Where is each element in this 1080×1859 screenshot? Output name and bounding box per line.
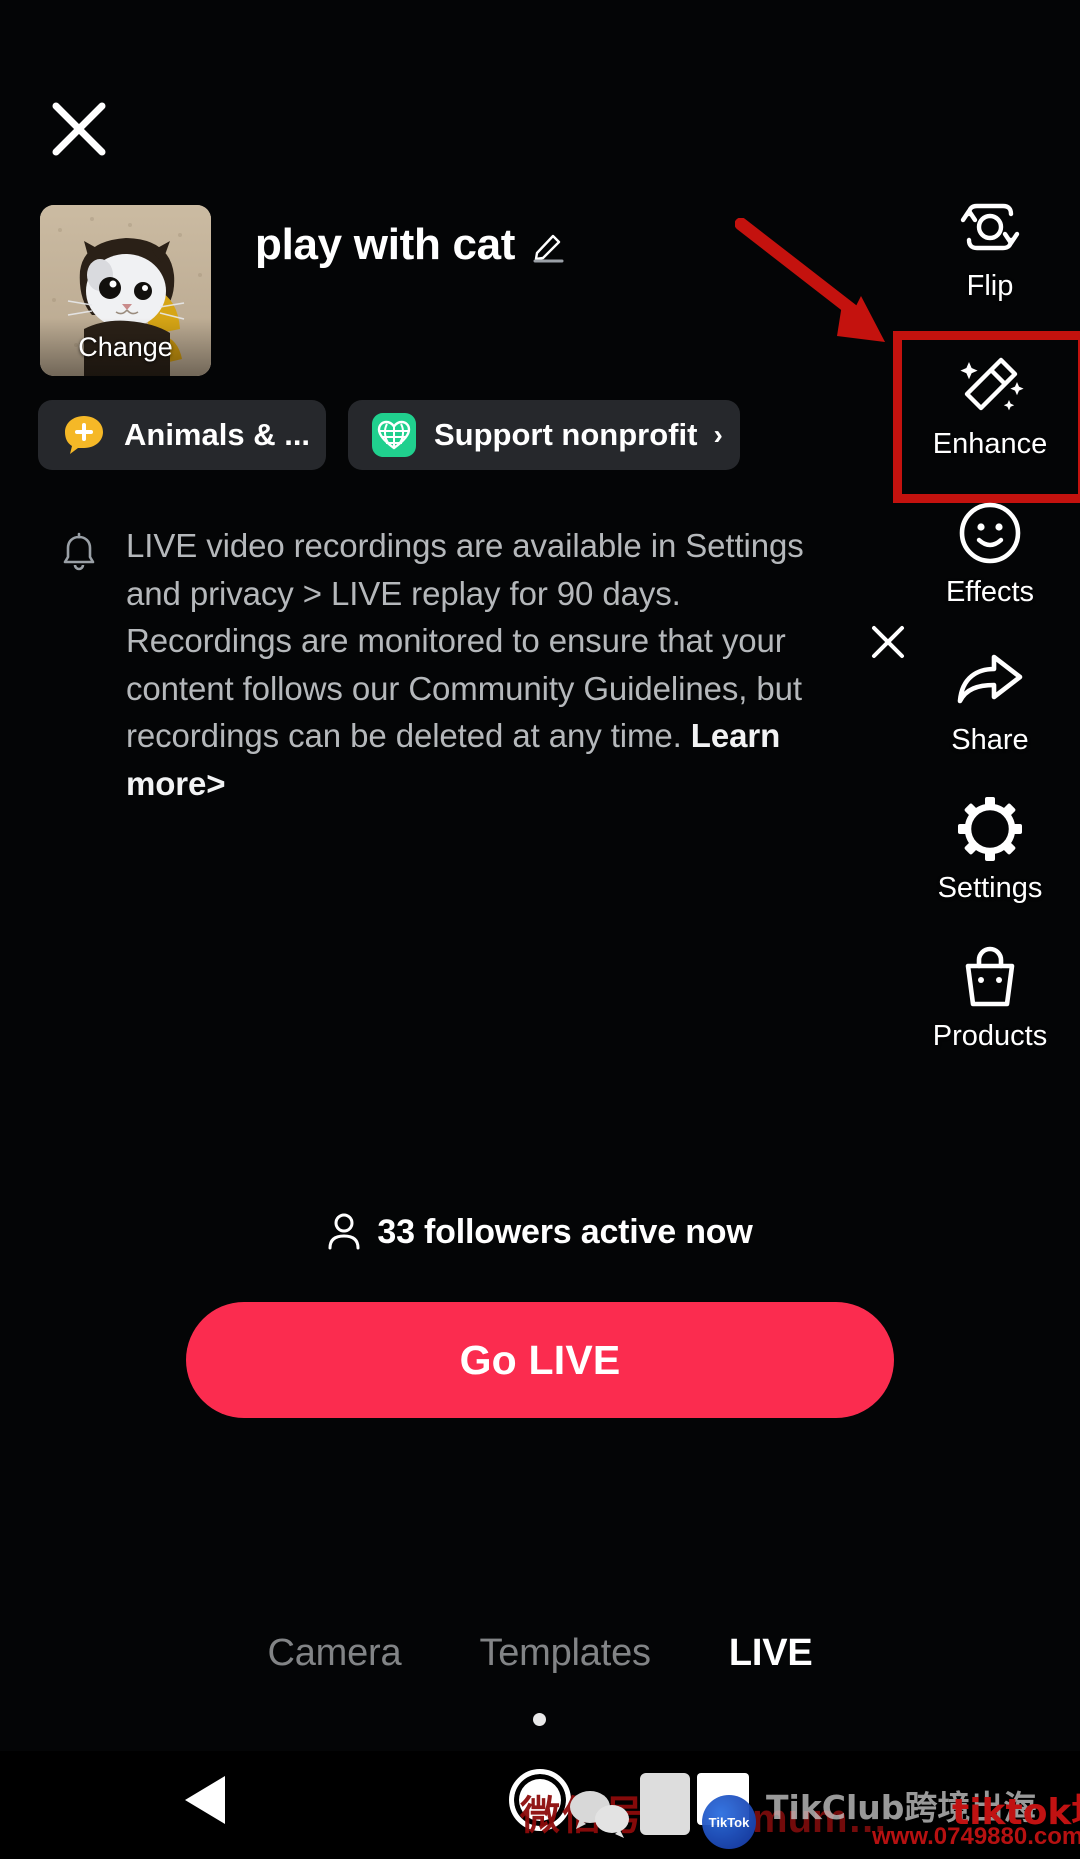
mode-tabs: Camera Templates LIVE bbox=[0, 1632, 1080, 1675]
live-title[interactable]: play with cat bbox=[255, 223, 515, 267]
category-chip[interactable]: Animals & ... bbox=[38, 400, 326, 470]
tab-templates[interactable]: Templates bbox=[479, 1632, 651, 1675]
rail-label-flip: Flip bbox=[966, 270, 1014, 302]
followers-active-row: 33 followers active now bbox=[0, 1212, 1080, 1252]
rail-label-enhance: Enhance bbox=[932, 428, 1048, 460]
nonprofit-chip[interactable]: Support nonprofit › bbox=[348, 400, 740, 470]
category-chip-label: Animals & ... bbox=[124, 417, 311, 452]
shopping-bag-icon bbox=[958, 940, 1022, 1014]
share-arrow-icon bbox=[954, 644, 1026, 718]
globe-heart-icon bbox=[372, 413, 416, 457]
rail-label-products: Products bbox=[932, 1020, 1048, 1052]
rail-item-share[interactable]: Share bbox=[900, 644, 1080, 792]
smiley-face-icon bbox=[956, 496, 1024, 570]
rail-item-effects[interactable]: Effects bbox=[900, 496, 1080, 644]
gear-icon bbox=[956, 792, 1024, 866]
cover-thumbnail[interactable]: Change bbox=[40, 205, 211, 376]
chevron-right-icon: › bbox=[713, 419, 723, 450]
home-circle-icon[interactable] bbox=[509, 1769, 571, 1831]
magic-wand-icon bbox=[955, 348, 1025, 422]
person-icon bbox=[328, 1213, 360, 1250]
back-triangle-icon[interactable] bbox=[181, 1773, 229, 1827]
rail-label-settings: Settings bbox=[937, 872, 1043, 904]
annotation-arrow-icon bbox=[735, 218, 885, 342]
topic-plus-icon bbox=[62, 413, 106, 457]
camera-flip-icon bbox=[955, 190, 1025, 264]
rail-item-flip[interactable]: Flip bbox=[900, 190, 1080, 338]
title-group: play with cat bbox=[255, 223, 567, 267]
rail-label-share: Share bbox=[951, 724, 1029, 756]
android-nav-bar bbox=[0, 1751, 1080, 1859]
bell-icon bbox=[63, 532, 95, 571]
notice-text: LIVE video recordings are available in S… bbox=[126, 522, 826, 807]
cover-and-title-row: Change play with cat bbox=[40, 205, 567, 376]
nonprofit-chip-label: Support nonprofit bbox=[434, 417, 698, 452]
tab-live[interactable]: LIVE bbox=[729, 1632, 813, 1675]
mode-tab-indicator-dot bbox=[533, 1713, 546, 1726]
close-icon bbox=[52, 102, 106, 156]
close-button[interactable] bbox=[48, 98, 110, 160]
rail-item-settings[interactable]: Settings bbox=[900, 792, 1080, 940]
tab-camera[interactable]: Camera bbox=[267, 1632, 401, 1675]
live-setup-screen: Change play with cat Animals & ... Suppo… bbox=[0, 0, 1080, 1859]
rail-label-effects: Effects bbox=[945, 576, 1035, 608]
rail-item-products[interactable]: Products bbox=[900, 940, 1080, 1088]
chips-row: Animals & ... Support nonprofit › bbox=[38, 400, 740, 470]
rail-item-enhance[interactable]: Enhance bbox=[893, 331, 1080, 503]
followers-text: 33 followers active now bbox=[377, 1212, 753, 1251]
go-live-button[interactable]: Go LIVE bbox=[186, 1302, 894, 1418]
live-recording-notice: LIVE video recordings are available in S… bbox=[60, 522, 960, 807]
pencil-icon[interactable] bbox=[531, 227, 567, 263]
cover-change-label: Change bbox=[40, 318, 211, 376]
go-live-label: Go LIVE bbox=[459, 1336, 621, 1383]
right-tool-rail: Flip Enhance Effects Share Settings Prod… bbox=[893, 190, 1080, 1088]
recents-square-icon[interactable] bbox=[697, 1773, 749, 1825]
